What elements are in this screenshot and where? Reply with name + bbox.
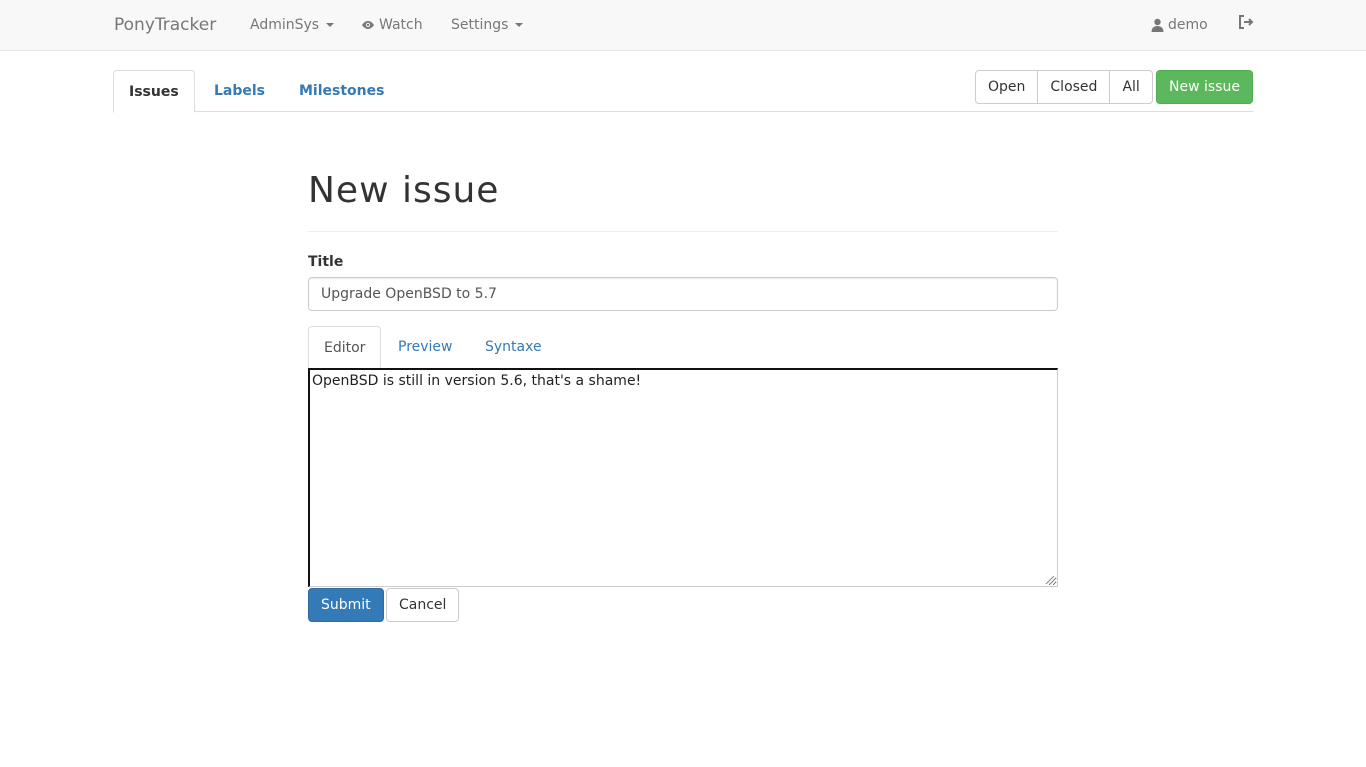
settings-dropdown[interactable]: Settings: [451, 15, 524, 35]
tab-labels[interactable]: Labels: [199, 70, 280, 112]
logout-button[interactable]: [1238, 15, 1254, 29]
user-icon: [1151, 18, 1164, 32]
filter-open-button[interactable]: Open: [975, 70, 1039, 104]
issue-body-textarea[interactable]: [308, 368, 1058, 587]
user-link[interactable]: demo: [1151, 15, 1208, 35]
eye-icon: [361, 19, 375, 31]
title-label: Title: [308, 254, 344, 270]
tab-preview[interactable]: Preview: [383, 326, 468, 368]
new-issue-button[interactable]: New issue: [1156, 70, 1253, 104]
watch-link[interactable]: Watch: [361, 15, 423, 35]
chevron-down-icon: [326, 23, 335, 27]
tab-syntaxe[interactable]: Syntaxe: [470, 326, 557, 368]
brand-link[interactable]: PonyTracker: [114, 14, 216, 36]
title-divider: [308, 231, 1058, 232]
chevron-down-icon: [515, 23, 524, 27]
tab-issues[interactable]: Issues: [113, 70, 195, 113]
user-label: demo: [1168, 17, 1208, 33]
top-navbar: PonyTracker AdminSys Watch Settings demo: [0, 0, 1366, 51]
title-input[interactable]: [308, 277, 1058, 311]
cancel-button[interactable]: Cancel: [386, 588, 460, 622]
resize-handle-icon[interactable]: [1043, 573, 1055, 585]
watch-label: Watch: [379, 17, 423, 33]
tab-milestones[interactable]: Milestones: [284, 70, 399, 112]
submit-button[interactable]: Submit: [308, 588, 384, 622]
page-title: New issue: [308, 170, 500, 211]
issue-filter-group: Open Closed All: [975, 70, 1153, 104]
project-dropdown-label: AdminSys: [250, 17, 320, 33]
settings-label: Settings: [451, 17, 509, 33]
logout-icon: [1238, 15, 1254, 29]
editor-tabs: Editor Preview Syntaxe: [308, 326, 1058, 369]
filter-all-button[interactable]: All: [1109, 70, 1153, 104]
tab-editor[interactable]: Editor: [308, 326, 382, 369]
filter-closed-button[interactable]: Closed: [1037, 70, 1111, 104]
project-dropdown[interactable]: AdminSys: [250, 15, 335, 35]
